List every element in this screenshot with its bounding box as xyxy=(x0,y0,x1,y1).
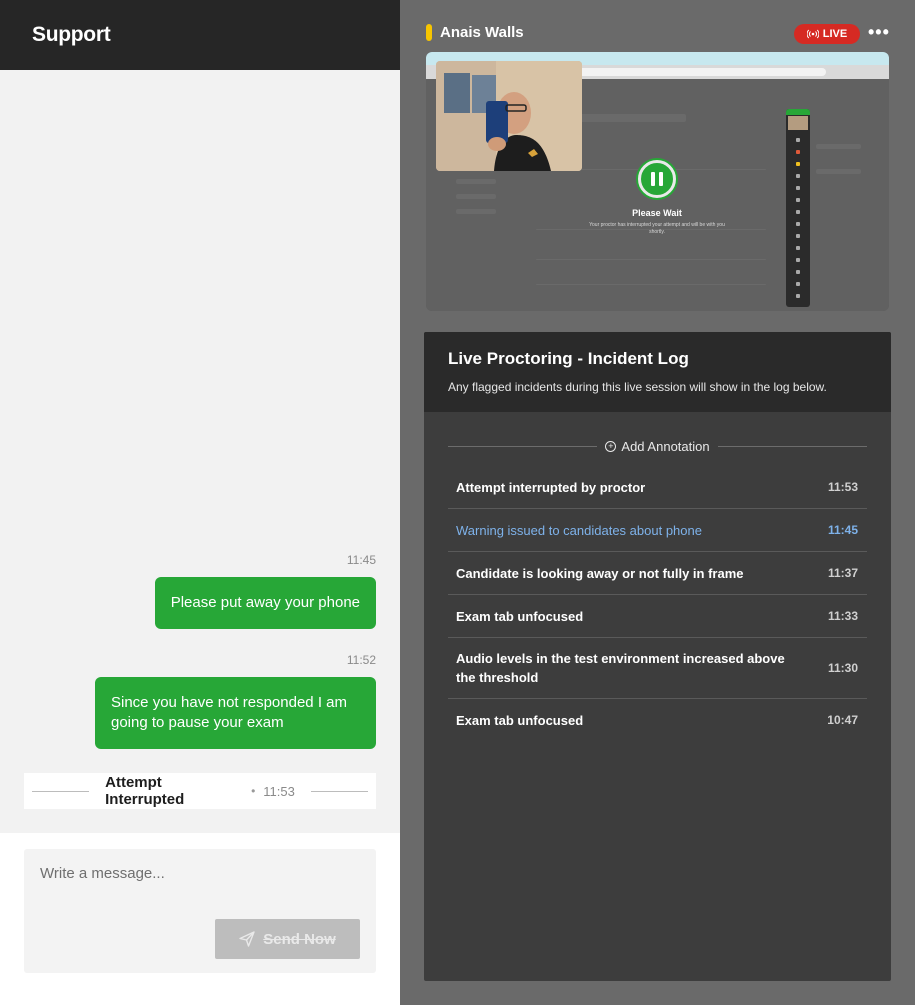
divider-line xyxy=(32,790,90,792)
pause-icon xyxy=(638,160,676,198)
incident-log-panel: Live Proctoring - Incident Log Any flagg… xyxy=(424,332,891,981)
add-annotation-label: Add Annotation xyxy=(621,438,710,454)
incident-text: Warning issued to candidates about phone xyxy=(456,522,702,538)
please-wait-title: Please Wait xyxy=(632,208,682,218)
message-time: 11:45 xyxy=(346,553,376,567)
please-wait-text: Your proctor has interrupted your attemp… xyxy=(589,222,725,235)
live-label: LIVE xyxy=(822,28,848,40)
divider-line xyxy=(310,790,368,792)
candidate-header: Anais Walls xyxy=(426,24,524,41)
incident-time: 11:53 xyxy=(827,480,858,494)
composer-area: Write a message... Send Now xyxy=(0,833,400,1005)
webcam-image xyxy=(436,61,582,171)
live-badge: LIVE xyxy=(794,24,860,44)
incident-row[interactable]: Audio levels in the test environment inc… xyxy=(448,638,867,699)
add-annotation-row: + Add Annotation xyxy=(448,438,868,454)
incident-text: Exam tab unfocused xyxy=(456,712,584,728)
session-panel: Anais Walls LIVE ••• Please Wait Your pr… xyxy=(400,0,915,1005)
send-icon xyxy=(239,931,255,947)
add-annotation-button[interactable]: + Add Annotation xyxy=(597,439,717,454)
interrupted-time: 11:53 xyxy=(263,783,295,799)
message-input[interactable]: Write a message... Send Now xyxy=(24,849,376,973)
message-time: 11:52 xyxy=(346,653,376,667)
proctor-toolbar xyxy=(786,109,810,307)
webcam-feed xyxy=(436,61,582,171)
support-header: Support xyxy=(0,0,400,70)
candidate-screen-feed[interactable]: Please Wait Your proctor has interrupted… xyxy=(426,52,889,311)
incident-time: 11:33 xyxy=(827,609,858,623)
incident-time: 11:37 xyxy=(827,566,858,580)
candidate-marker xyxy=(426,24,432,41)
interrupted-label: Attempt Interrupted xyxy=(105,774,185,808)
candidate-name: Anais Walls xyxy=(440,24,524,41)
attempt-interrupted-divider: Attempt Interrupted • 11:53 xyxy=(24,773,376,809)
separator-dot: • xyxy=(251,784,256,798)
incident-text: Audio levels in the test environment inc… xyxy=(456,651,785,685)
incident-row[interactable]: Warning issued to candidates about phone… xyxy=(448,509,867,552)
send-now-button[interactable]: Send Now xyxy=(215,919,360,959)
add-circle-icon: + xyxy=(605,440,617,452)
incident-row[interactable]: Exam tab unfocused 11:33 xyxy=(448,595,867,638)
incident-text: Candidate is looking away or not fully i… xyxy=(456,565,744,581)
incident-row[interactable]: Exam tab unfocused 10:47 xyxy=(448,699,867,741)
incident-time: 11:45 xyxy=(827,523,858,537)
incident-text: Attempt interrupted by proctor xyxy=(456,479,646,495)
chat-message: Since you have not responded I am going … xyxy=(95,677,376,749)
broadcast-icon xyxy=(806,29,819,39)
incident-text: Exam tab unfocused xyxy=(456,608,584,624)
chat-message: Please put away your phone xyxy=(154,577,376,629)
incident-list: Attempt interrupted by proctor 11:53 War… xyxy=(448,466,867,741)
send-now-label: Send Now xyxy=(263,930,336,948)
incident-log-header: Live Proctoring - Incident Log Any flagg… xyxy=(424,332,891,412)
incident-row[interactable]: Candidate is looking away or not fully i… xyxy=(448,552,867,595)
incident-log-description: Any flagged incidents during this live s… xyxy=(448,380,827,394)
incident-row[interactable]: Attempt interrupted by proctor 11:53 xyxy=(448,466,867,509)
incident-time: 10:47 xyxy=(827,713,858,727)
support-panel: Support 11:45 Please put away your phone… xyxy=(0,0,400,1005)
message-placeholder: Write a message... xyxy=(40,865,165,882)
incident-log-title: Live Proctoring - Incident Log xyxy=(448,349,689,368)
support-title: Support xyxy=(32,23,111,46)
more-options-icon[interactable]: ••• xyxy=(868,22,890,43)
incident-time: 11:30 xyxy=(827,661,858,675)
